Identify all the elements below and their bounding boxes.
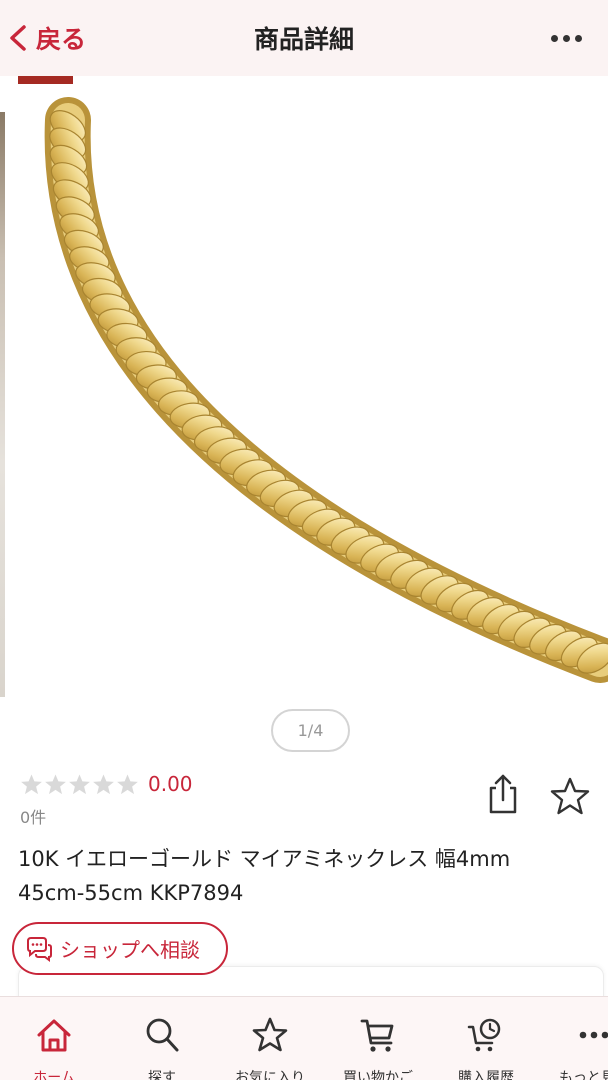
rating-star-icon	[93, 773, 114, 794]
home-icon	[37, 1019, 71, 1052]
product-image[interactable]	[0, 90, 608, 702]
tab-favorites-label: お気に入り	[235, 1070, 305, 1080]
rating-star-icon	[45, 773, 66, 794]
bottom-tab-bar: ホーム 探す お気に入り 買い物かご 購入履歴 もっと	[0, 996, 608, 1080]
tab-search[interactable]: 探す	[108, 997, 216, 1080]
consult-shop-button[interactable]: ショップへ相談	[12, 922, 228, 975]
tab-more-label: もっと見る	[559, 1070, 608, 1080]
tab-favorites[interactable]: お気に入り	[216, 997, 324, 1080]
rating-value: 0.00	[148, 772, 193, 796]
back-button[interactable]: 戻る	[6, 16, 86, 60]
rating-stars	[20, 773, 139, 796]
tab-history-label: 購入履歴	[458, 1070, 514, 1080]
tab-cart-label: 買い物かご	[343, 1070, 413, 1080]
favorite-button[interactable]	[550, 776, 590, 816]
shop-logo	[18, 76, 73, 84]
tab-home[interactable]: ホーム	[0, 997, 108, 1080]
rating-star-icon	[69, 773, 90, 794]
consult-label: ショップへ相談	[60, 938, 200, 962]
history-icon	[467, 1018, 501, 1052]
gold-chain-image	[44, 97, 608, 683]
rating-star-icon	[21, 773, 42, 794]
star-outline-icon	[550, 777, 590, 815]
search-icon	[146, 1018, 179, 1052]
back-label: 戻る	[36, 25, 87, 54]
rating: 0.00	[20, 772, 193, 796]
product-name-line1: 10K イエローゴールド マイアミネックレス 幅4mm	[18, 847, 511, 871]
product-name: 10K イエローゴールド マイアミネックレス 幅4mm 45cm-55cm KK…	[18, 842, 608, 910]
rating-star-icon	[117, 773, 138, 794]
tab-home-label: ホーム	[33, 1070, 75, 1080]
share-button[interactable]	[484, 772, 522, 816]
chevron-left-icon	[10, 25, 26, 51]
top-nav-bar: 戻る 商品詳細	[0, 0, 608, 76]
star-icon	[252, 1017, 288, 1052]
gallery-prev-peek	[0, 112, 5, 697]
tab-history[interactable]: 購入履歴	[432, 997, 540, 1080]
tab-more[interactable]: もっと見る	[540, 997, 608, 1080]
more-options-button[interactable]	[544, 24, 588, 52]
share-icon	[489, 774, 517, 814]
page-title: 商品詳細	[253, 25, 354, 54]
image-pager: 1/4	[271, 709, 350, 752]
cart-icon	[360, 1019, 394, 1052]
review-count[interactable]: 0件	[20, 804, 46, 828]
ellipsis-icon	[550, 34, 558, 42]
more-icon	[579, 1031, 608, 1039]
tab-search-label: 探す	[148, 1070, 176, 1080]
product-name-line2: 45cm-55cm KKP7894	[18, 881, 244, 905]
chat-bubble-icon	[27, 936, 52, 962]
tab-cart[interactable]: 買い物かご	[324, 997, 432, 1080]
